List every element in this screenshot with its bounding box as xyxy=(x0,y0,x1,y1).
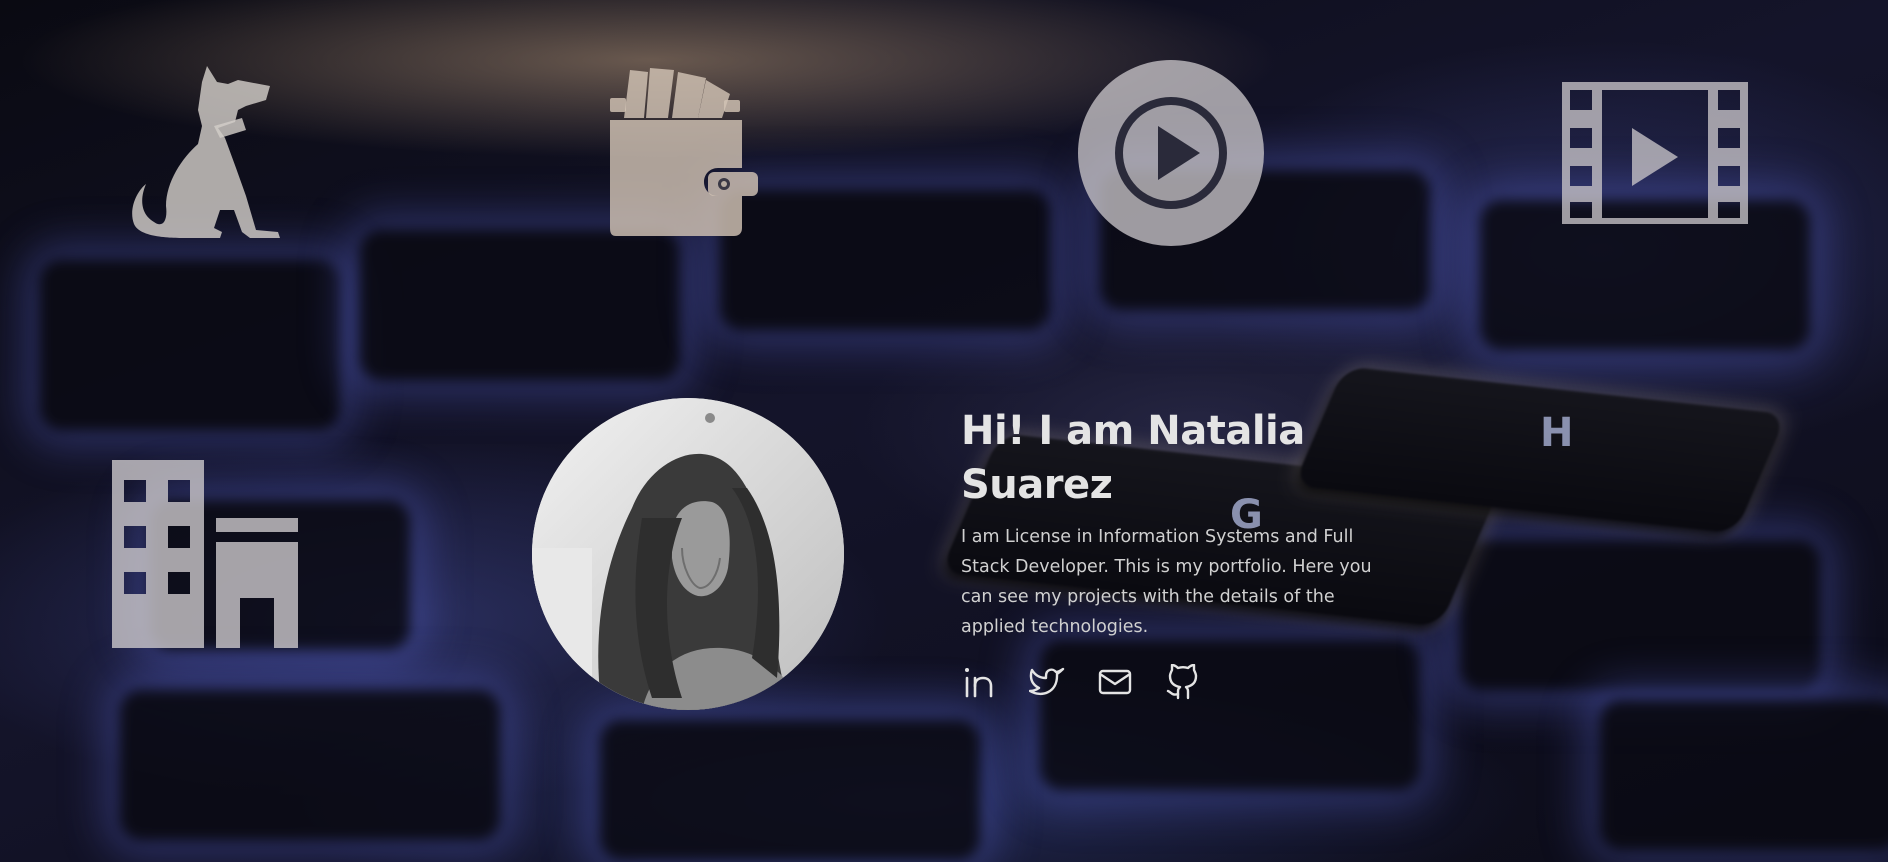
profile-photo xyxy=(532,398,844,710)
intro-block: Hi! I am Natalia Suarez I am License in … xyxy=(961,404,1401,700)
project-link-dog[interactable] xyxy=(110,60,300,250)
twitter-link[interactable] xyxy=(1028,664,1065,700)
page-title: Hi! I am Natalia Suarez xyxy=(961,408,1305,508)
bio-text: I am License in Information Systems and … xyxy=(961,527,1372,637)
project-link-buildings[interactable] xyxy=(110,458,300,648)
linkedin-link[interactable] xyxy=(961,664,997,700)
key-h-label: H xyxy=(1540,410,1574,456)
mail-link[interactable] xyxy=(1097,664,1133,700)
project-link-film[interactable] xyxy=(1558,58,1748,248)
mail-icon xyxy=(1098,669,1132,695)
github-link[interactable] xyxy=(1165,663,1201,700)
dog-icon xyxy=(132,66,280,238)
project-link-play[interactable] xyxy=(1076,58,1266,248)
twitter-icon xyxy=(1028,667,1065,696)
film-icon xyxy=(1562,82,1748,224)
github-icon xyxy=(1166,663,1198,700)
linkedin-icon xyxy=(965,668,993,698)
play-circle-icon xyxy=(1078,60,1264,246)
social-links xyxy=(961,663,1401,700)
wallet-icon xyxy=(610,68,758,236)
project-link-wallet[interactable] xyxy=(594,58,784,248)
buildings-icon xyxy=(112,460,298,648)
avatar xyxy=(532,398,844,710)
hero-section: G H Hi! I am Natalia Suarez I am License… xyxy=(0,0,1888,862)
